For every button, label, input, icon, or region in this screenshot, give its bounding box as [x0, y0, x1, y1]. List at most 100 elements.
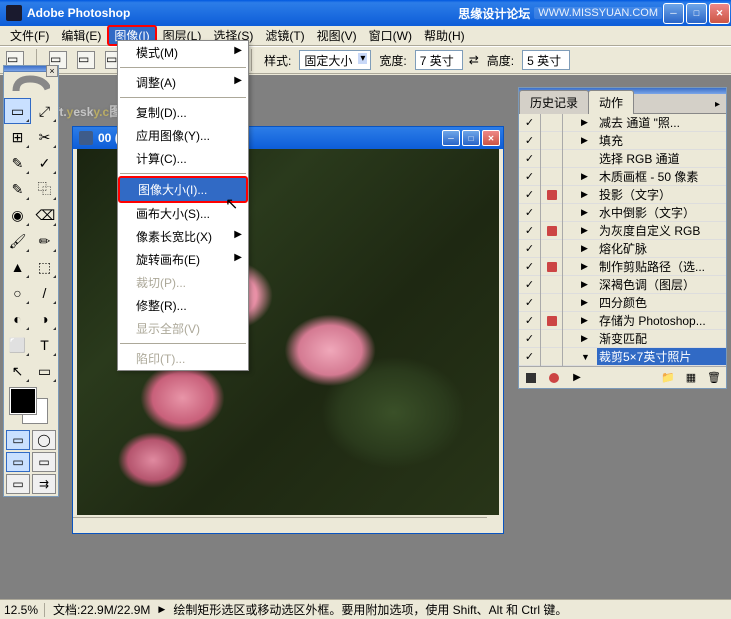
close-button[interactable]: ✕ — [709, 3, 730, 24]
healing-tool[interactable]: ✎ — [4, 176, 31, 202]
action-item[interactable]: ✓▶四分颜色 — [519, 294, 726, 312]
jump-to-imageready-icon[interactable]: ⇉ — [32, 474, 56, 494]
menu-item-显示全部V: 显示全部(V) — [118, 317, 248, 340]
menu-item-裁切P: 裁切(P)... — [118, 271, 248, 294]
lasso-tool[interactable]: ⊞ — [4, 124, 31, 150]
action-item[interactable]: ✓▶减去 通道 "照... — [519, 114, 726, 132]
menu-item-修整R[interactable]: 修整(R)... — [118, 294, 248, 317]
zoom-level[interactable]: 12.5% — [4, 603, 45, 617]
style-dropdown[interactable]: 固定大小 — [299, 50, 371, 70]
height-field[interactable]: 5 英寸 — [522, 50, 570, 70]
path-select-tool[interactable]: ○ — [4, 280, 31, 306]
action-text: 四分颜色 — [597, 294, 726, 311]
action-item[interactable]: ✓▶熔化矿脉 — [519, 240, 726, 258]
crop-tool[interactable]: ✎ — [4, 150, 31, 176]
action-item[interactable]: ✓▼裁剪5×7英寸照片 — [519, 348, 726, 366]
horizontal-scrollbar[interactable] — [73, 517, 487, 533]
doc-minimize-button[interactable]: ─ — [442, 130, 460, 146]
menu-item-计算C[interactable]: 计算(C)... — [118, 147, 248, 170]
new-action-button[interactable]: ▦ — [681, 369, 701, 387]
record-button[interactable] — [544, 369, 564, 387]
zoom-tool[interactable]: ▭ — [31, 358, 58, 384]
action-item[interactable]: ✓▶渐变匹配 — [519, 330, 726, 348]
menu-filter[interactable]: 滤镜(T) — [259, 26, 310, 45]
header-forum-text: 思缘设计论坛 — [458, 5, 530, 22]
type-tool[interactable]: / — [31, 280, 58, 306]
action-item[interactable]: ✓▶存储为 Photoshop... — [519, 312, 726, 330]
app-titlebar: Adobe Photoshop 思缘设计论坛 WWW.MISSYUAN.COM … — [0, 0, 731, 26]
action-item[interactable]: ✓▶填充 — [519, 132, 726, 150]
maximize-button[interactable]: □ — [686, 3, 707, 24]
screen-mode-full-icon[interactable]: ▭ — [6, 474, 30, 494]
document-size: 文档:22.9M/22.9M — [53, 601, 150, 618]
action-text: 存储为 Photoshop... — [597, 312, 726, 329]
hand-tool[interactable]: ↖ — [4, 358, 31, 384]
eraser-tool[interactable]: 🖌 — [4, 228, 31, 254]
menu-item-调整A[interactable]: 调整(A)▶ — [118, 71, 248, 94]
action-text: 选择 RGB 通道 — [597, 150, 726, 167]
action-text: 木质画框 - 50 像素 — [597, 168, 726, 185]
selection-add-icon[interactable]: ▭ — [77, 51, 95, 69]
notes-tool[interactable]: ⬜ — [4, 332, 31, 358]
new-set-button[interactable]: 📁 — [658, 369, 678, 387]
actions-footer: ▶ 📁 ▦ 🗑 — [519, 366, 726, 388]
clone-tool[interactable]: ◉ — [4, 202, 31, 228]
play-button[interactable]: ▶ — [567, 369, 587, 387]
brush-tool[interactable]: ⿻ — [31, 176, 58, 202]
action-item[interactable]: ✓▶制作剪贴路径（选... — [519, 258, 726, 276]
eyedropper-tool[interactable]: T — [31, 332, 58, 358]
action-item[interactable]: ✓▶水中倒影（文字） — [519, 204, 726, 222]
menu-window[interactable]: 窗口(W) — [363, 26, 418, 45]
standard-mode-icon[interactable]: ▭ — [6, 430, 30, 450]
window-buttons: ─ □ ✕ — [662, 2, 731, 25]
width-field[interactable]: 7 英寸 — [415, 50, 463, 70]
marquee-tool[interactable]: ▭ — [4, 98, 31, 124]
width-label: 宽度: — [377, 52, 408, 69]
screen-mode-full-menu-icon[interactable]: ▭ — [32, 452, 56, 472]
dodge-tool[interactable]: ⬚ — [31, 254, 58, 280]
action-item[interactable]: ✓选择 RGB 通道 — [519, 150, 726, 168]
swap-dimensions-icon[interactable]: ⇄ — [469, 53, 479, 67]
statusbar-menu-icon[interactable]: ▶ — [158, 604, 165, 615]
blur-tool[interactable]: ▲ — [4, 254, 31, 280]
panel-tabs: 历史记录 动作 ▸ — [519, 94, 726, 114]
screen-mode-standard-icon[interactable]: ▭ — [6, 452, 30, 472]
tab-actions[interactable]: 动作 — [588, 90, 634, 114]
move-tool[interactable]: ⤢ — [31, 98, 58, 124]
action-item[interactable]: ✓▶投影（文字） — [519, 186, 726, 204]
menu-view[interactable]: 视图(V) — [311, 26, 363, 45]
history-brush-tool[interactable]: ⌫ — [31, 202, 58, 228]
slice-tool[interactable]: ✓ — [31, 150, 58, 176]
pen-tool[interactable]: ◐ — [4, 306, 31, 332]
doc-maximize-button[interactable]: □ — [462, 130, 480, 146]
shape-tool[interactable]: ◑ — [31, 306, 58, 332]
action-item[interactable]: ✓▶深褐色调（图层） — [519, 276, 726, 294]
menu-item-应用图像Y[interactable]: 应用图像(Y)... — [118, 124, 248, 147]
photoshop-icon — [6, 5, 22, 21]
menu-item-旋转画布E[interactable]: 旋转画布(E)▶ — [118, 248, 248, 271]
menu-help[interactable]: 帮助(H) — [418, 26, 471, 45]
menu-item-像素长宽比X[interactable]: 像素长宽比(X)▶ — [118, 225, 248, 248]
quickmask-mode-icon[interactable]: ◯ — [32, 430, 56, 450]
panel-menu-icon[interactable]: ▸ — [709, 96, 726, 113]
gradient-tool[interactable]: ✏ — [31, 228, 58, 254]
action-text: 渐变匹配 — [597, 330, 726, 347]
action-text: 填充 — [597, 132, 726, 149]
options-bar: ▭ ▭ ▭ ▭ ▭ 消除锯齿 样式: 固定大小 宽度: 7 英寸 ⇄ 高度: 5… — [0, 46, 731, 74]
delete-button[interactable]: 🗑 — [704, 369, 724, 387]
doc-close-button[interactable]: ✕ — [482, 130, 500, 146]
action-item[interactable]: ✓▶木质画框 - 50 像素 — [519, 168, 726, 186]
menu-item-模式M[interactable]: 模式(M)▶ — [118, 41, 248, 64]
tab-history[interactable]: 历史记录 — [519, 90, 589, 114]
magic-wand-tool[interactable]: ✂ — [31, 124, 58, 150]
menu-item-复制D[interactable]: 复制(D)... — [118, 101, 248, 124]
action-item[interactable]: ✓▶为灰度自定义 RGB — [519, 222, 726, 240]
minimize-button[interactable]: ─ — [663, 3, 684, 24]
stop-button[interactable] — [521, 369, 541, 387]
tools-panel: × ▭⤢⊞✂✎✓✎⿻◉⌫🖌✏▲⬚○/◐◑⬜T↖▭ ▭ ◯ ▭ ▭ ▭ ⇉ — [3, 65, 59, 497]
tools-close-icon[interactable]: × — [46, 65, 58, 77]
menu-edit[interactable]: 编辑(E) — [55, 26, 107, 45]
foreground-color-swatch[interactable] — [10, 388, 36, 414]
menu-file[interactable]: 文件(F) — [4, 26, 55, 45]
action-text: 减去 通道 "照... — [597, 114, 726, 131]
